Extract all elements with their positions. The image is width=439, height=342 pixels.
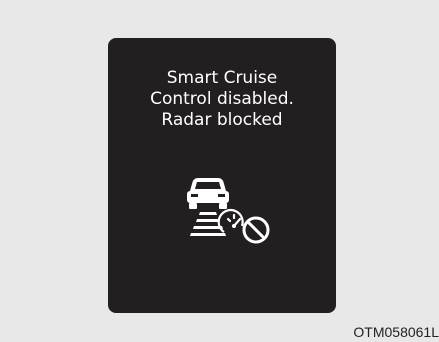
warning-message: Smart Cruise Control disabled. Radar blo… <box>108 68 336 131</box>
warning-message-line-3: Radar blocked <box>161 110 283 130</box>
warning-message-line-1: Smart Cruise <box>166 68 278 88</box>
warning-message-line-2: Control disabled. <box>150 89 294 109</box>
car-icon <box>187 178 229 209</box>
smart-cruise-radar-blocked-icon <box>180 174 290 254</box>
cluster-display-panel: Smart Cruise Control disabled. Radar blo… <box>108 38 336 313</box>
figure-reference-code: OTM058061L <box>353 324 439 340</box>
prohibited-icon <box>242 216 270 244</box>
